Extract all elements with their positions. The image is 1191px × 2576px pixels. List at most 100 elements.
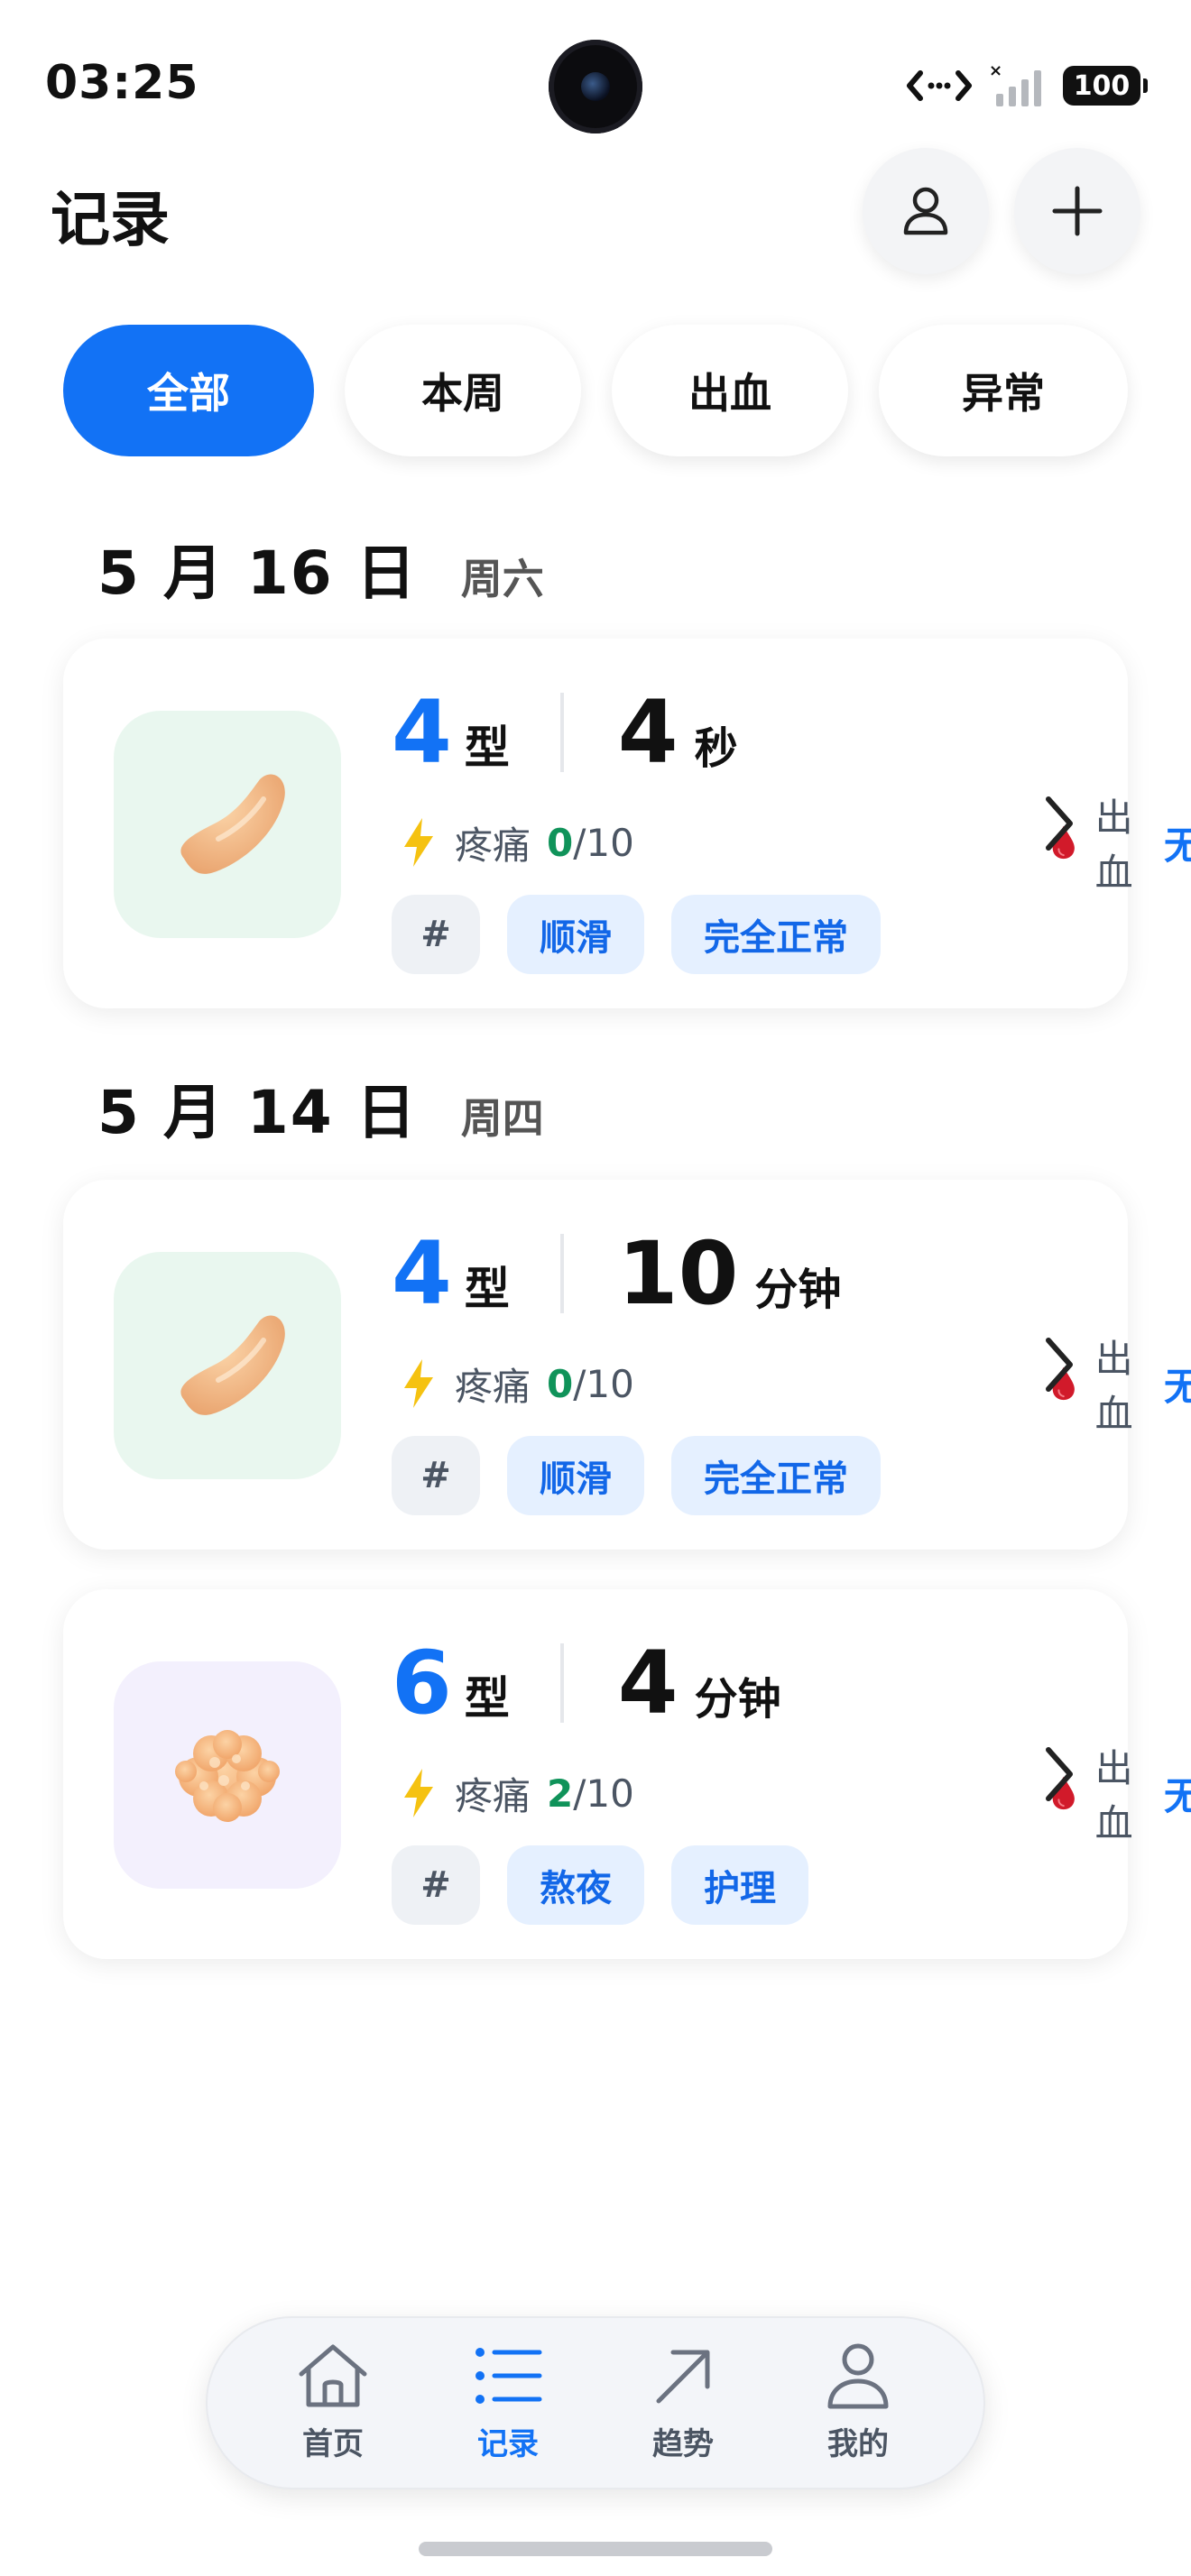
nav-label: 我的 bbox=[827, 2426, 889, 2462]
chevron-right-icon[interactable] bbox=[1030, 792, 1085, 855]
filter-tab-bleeding[interactable]: 出血 bbox=[612, 325, 848, 456]
stool-type-thumbnail bbox=[114, 1252, 341, 1479]
duration-value: 4 bbox=[617, 1633, 679, 1734]
nav-item-mine[interactable]: 我的 bbox=[790, 2341, 926, 2463]
weekday-label: 周四 bbox=[460, 1094, 544, 1143]
svg-text:×: × bbox=[989, 63, 1002, 80]
type-unit: 型 bbox=[464, 1263, 510, 1315]
tag[interactable]: 完全正常 bbox=[671, 895, 881, 974]
bristol-type-number: 4 bbox=[392, 1223, 452, 1324]
person-icon bbox=[827, 2343, 889, 2409]
front-camera bbox=[549, 40, 642, 133]
pain-value: 0 bbox=[547, 1361, 574, 1406]
list-icon bbox=[475, 2348, 542, 2404]
nav-label: 记录 bbox=[477, 2426, 539, 2462]
sausage-stool-icon bbox=[180, 774, 285, 874]
type-duration-row: 6 型 4 分钟 bbox=[392, 1629, 781, 1737]
divider bbox=[559, 1234, 564, 1313]
type-unit: 型 bbox=[464, 1672, 510, 1725]
metrics-row: 疼痛 2 /10 出血 无 bbox=[401, 1746, 1191, 1845]
battery-indicator: 100 bbox=[1063, 66, 1148, 106]
data-transfer-icon bbox=[907, 70, 972, 101]
nav-label: 趋势 bbox=[652, 2426, 714, 2462]
filter-tab-this-week[interactable]: 本周 bbox=[345, 325, 581, 456]
tag[interactable]: 顺滑 bbox=[507, 895, 644, 974]
duration-unit: 分钟 bbox=[754, 1265, 842, 1315]
record-card[interactable]: 4 型 4 秒 疼痛 0 /10 出血 无 # 顺滑 完全正常 bbox=[63, 639, 1191, 1008]
trend-arrow-icon bbox=[656, 2350, 710, 2404]
bottom-nav: 首页 记录 趋势 我的 bbox=[206, 2316, 985, 2489]
tag[interactable]: 熬夜 bbox=[507, 1845, 644, 1925]
tag[interactable]: 完全正常 bbox=[671, 1436, 881, 1515]
nav-item-trends[interactable]: 趋势 bbox=[615, 2341, 751, 2463]
pain-label: 疼痛 bbox=[455, 1773, 531, 1818]
pain-max: /10 bbox=[573, 1771, 634, 1816]
sausage-stool-icon bbox=[180, 1315, 285, 1415]
bleeding-value: 无 bbox=[1164, 1364, 1191, 1409]
type-duration-row: 4 型 4 秒 bbox=[392, 678, 738, 787]
record-card[interactable]: 6 型 4 分钟 疼痛 2 /10 出血 无 # 熬夜 护理 bbox=[63, 1589, 1191, 1959]
add-record-button[interactable] bbox=[1014, 148, 1140, 274]
tag-list: # 熬夜 护理 bbox=[392, 1845, 808, 1925]
date-label: 5 月 14 日 bbox=[97, 1078, 418, 1147]
type-unit: 型 bbox=[464, 722, 510, 774]
bristol-type-number: 4 bbox=[392, 682, 452, 783]
date-header: 5 月 14 日 周四 bbox=[97, 1064, 544, 1151]
type-duration-row: 4 型 10 分钟 bbox=[392, 1219, 841, 1328]
filter-tab-abnormal[interactable]: 异常 bbox=[879, 325, 1128, 456]
home-indicator[interactable] bbox=[419, 2542, 772, 2556]
divider bbox=[559, 1643, 564, 1723]
tag-list: # 顺滑 完全正常 bbox=[392, 1436, 881, 1515]
home-icon bbox=[299, 2344, 367, 2407]
metrics-row: 疼痛 0 /10 出血 无 bbox=[401, 796, 1191, 895]
pain-value: 0 bbox=[547, 820, 574, 865]
stool-type-thumbnail bbox=[114, 1661, 341, 1889]
duration-unit: 分钟 bbox=[694, 1674, 781, 1725]
lightning-icon bbox=[404, 818, 433, 867]
bristol-type-number: 6 bbox=[392, 1633, 452, 1734]
lightning-icon bbox=[404, 1359, 433, 1408]
tag-hash[interactable]: # bbox=[392, 895, 480, 974]
chevron-right-icon[interactable] bbox=[1030, 1743, 1085, 1806]
page-title: 记录 bbox=[51, 185, 170, 254]
filter-tab-all[interactable]: 全部 bbox=[63, 325, 314, 456]
nav-item-home[interactable]: 首页 bbox=[265, 2341, 401, 2463]
stool-type-thumbnail bbox=[114, 711, 341, 938]
pain-label: 疼痛 bbox=[455, 823, 531, 868]
divider bbox=[559, 693, 564, 772]
tag[interactable]: 护理 bbox=[671, 1845, 808, 1925]
chevron-right-icon[interactable] bbox=[1030, 1333, 1085, 1396]
tag-hash[interactable]: # bbox=[392, 1845, 480, 1925]
person-icon bbox=[903, 187, 948, 235]
cellular-signal-icon: × bbox=[989, 63, 1041, 106]
pain-label: 疼痛 bbox=[455, 1364, 531, 1409]
date-label: 5 月 16 日 bbox=[97, 538, 418, 608]
metrics-row: 疼痛 0 /10 出血 无 bbox=[401, 1337, 1191, 1436]
pain-max: /10 bbox=[573, 820, 634, 865]
plus-icon bbox=[1052, 186, 1103, 236]
bleeding-label: 出血 bbox=[1094, 1337, 1133, 1436]
tag-hash[interactable]: # bbox=[392, 1436, 480, 1515]
bleeding-value: 无 bbox=[1164, 823, 1191, 868]
bleeding-label: 出血 bbox=[1094, 1746, 1133, 1845]
bleeding-value: 无 bbox=[1164, 1773, 1191, 1818]
nav-item-records[interactable]: 记录 bbox=[440, 2341, 576, 2463]
record-card[interactable]: 4 型 10 分钟 疼痛 0 /10 出血 无 # 顺滑 完全正常 bbox=[63, 1180, 1191, 1550]
tag-list: # 顺滑 完全正常 bbox=[392, 895, 881, 974]
lightning-icon bbox=[404, 1769, 433, 1817]
bleeding-label: 出血 bbox=[1094, 796, 1133, 895]
weekday-label: 周六 bbox=[460, 555, 544, 603]
duration-unit: 秒 bbox=[694, 723, 738, 774]
status-time: 03:25 bbox=[45, 56, 199, 110]
nav-label: 首页 bbox=[302, 2426, 364, 2462]
duration-value: 4 bbox=[617, 682, 679, 783]
pain-max: /10 bbox=[573, 1361, 634, 1406]
status-icons: × 100 bbox=[906, 63, 1148, 108]
pain-value: 2 bbox=[547, 1771, 574, 1816]
mushy-stool-icon bbox=[175, 1730, 280, 1822]
profile-button[interactable] bbox=[863, 148, 989, 274]
status-bar: 03:25 × 100 bbox=[0, 0, 1191, 171]
duration-value: 10 bbox=[617, 1223, 739, 1324]
tag[interactable]: 顺滑 bbox=[507, 1436, 644, 1515]
date-header: 5 月 16 日 周六 bbox=[97, 525, 544, 612]
